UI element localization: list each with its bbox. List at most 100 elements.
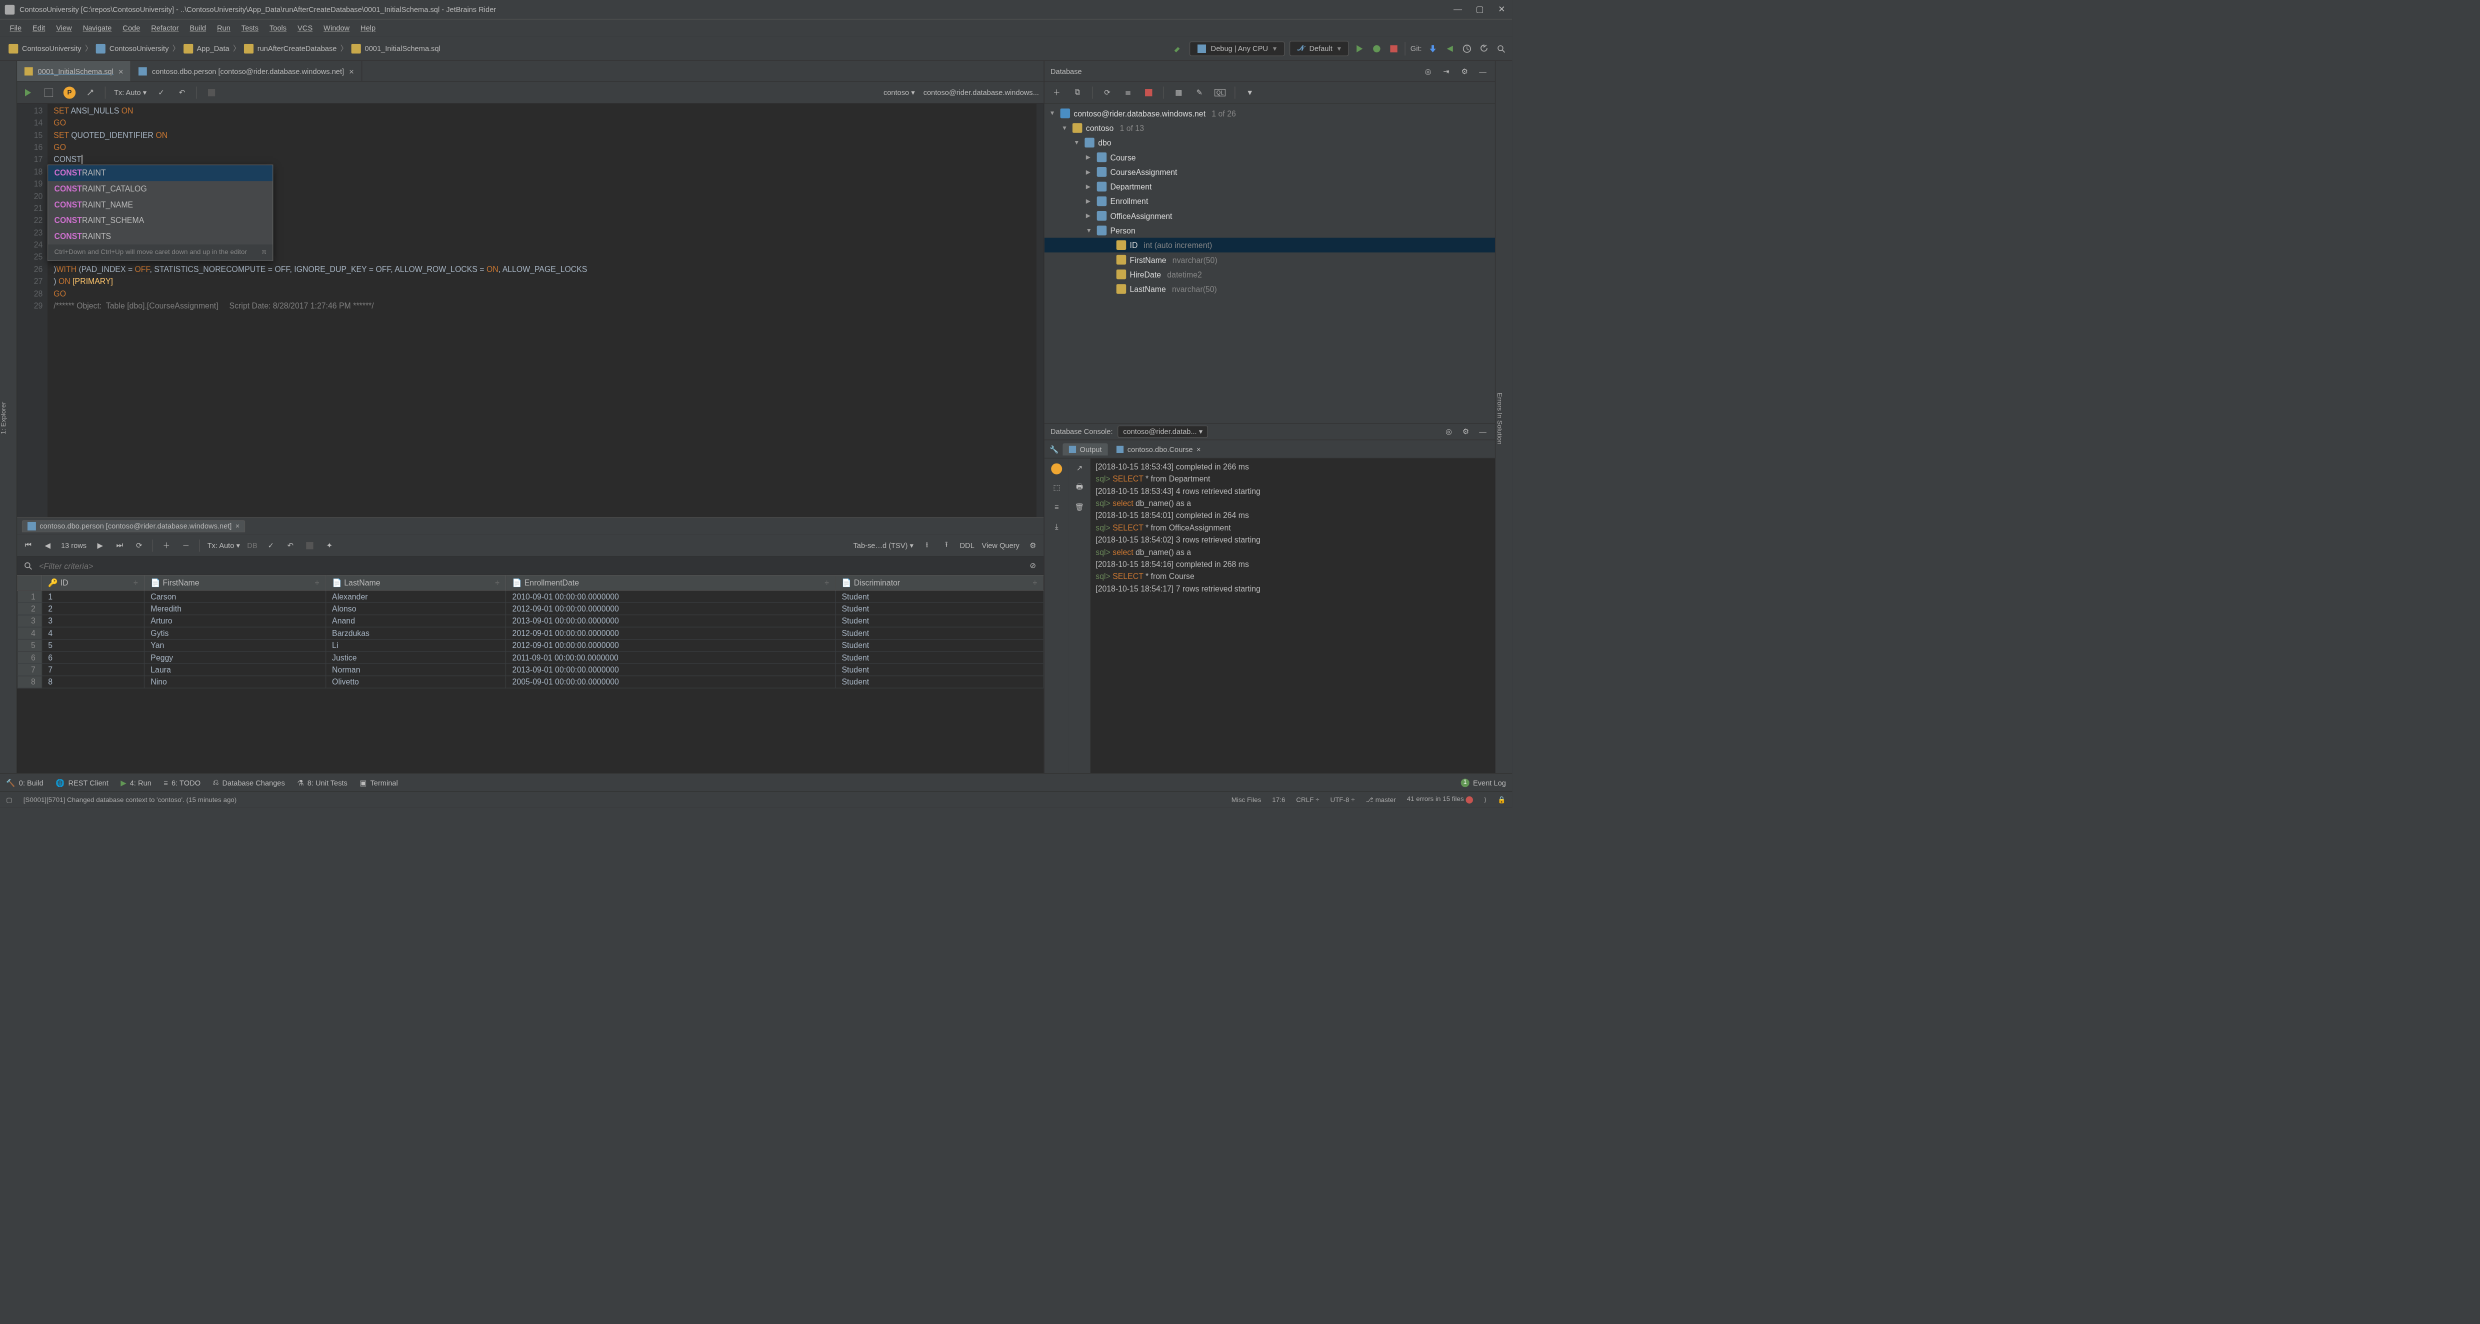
explorer-toolwindow-button[interactable]: 1: Explorer xyxy=(0,400,7,437)
build-toolwindow-button[interactable]: 🔨0: Build xyxy=(6,778,43,787)
code-editor[interactable]: 1314151617181920212223242526272829 SET A… xyxy=(17,104,1044,517)
completion-item[interactable]: CONSTRAINT_NAME xyxy=(48,197,272,213)
settings-icon[interactable] xyxy=(84,86,96,98)
vcs-commit-icon[interactable] xyxy=(1444,42,1456,54)
launch-profile-dropdown[interactable]: 𝓝 Default ▾ xyxy=(1289,41,1348,56)
gear-icon[interactable]: ⚙ xyxy=(1460,426,1472,438)
first-page-icon[interactable]: ⏮ xyxy=(22,539,34,551)
vcs-revert-icon[interactable] xyxy=(1478,42,1490,54)
revert-icon[interactable]: ↶ xyxy=(284,539,296,551)
connection-selector[interactable]: contoso@rider.database.windows... xyxy=(923,88,1039,97)
completion-item[interactable]: CONSTRAINT_SCHEMA xyxy=(48,213,272,229)
database-node[interactable]: ▼contoso1 of 13 xyxy=(1044,121,1495,136)
locate-icon[interactable]: ◎ xyxy=(1443,426,1455,438)
download-icon[interactable]: ⭳ xyxy=(921,539,933,551)
edit-icon[interactable]: ✎ xyxy=(1193,86,1205,98)
table-row[interactable]: 66PeggyJustice2011-09-01 00:00:00.000000… xyxy=(17,651,1043,663)
db-submit[interactable]: DB xyxy=(247,541,257,550)
menu-navigate[interactable]: Navigate xyxy=(78,21,117,34)
status-scope-icon[interactable]: ⟩ xyxy=(1484,796,1487,804)
vcs-history-icon[interactable] xyxy=(1461,42,1473,54)
status-misc[interactable]: Misc Files xyxy=(1231,796,1261,803)
column-header[interactable]: 📄 LastName ÷ xyxy=(326,575,506,590)
close-tab-icon[interactable]: × xyxy=(349,66,354,76)
breadcrumb-item[interactable]: runAfterCreateDatabase xyxy=(240,42,340,54)
column-header[interactable]: 📄 Discriminator ÷ xyxy=(835,575,1043,590)
reload-icon[interactable]: ⟳ xyxy=(133,539,145,551)
table-node[interactable]: ▶Course xyxy=(1044,150,1495,165)
menu-tools[interactable]: Tools xyxy=(265,21,292,34)
delete-row-icon[interactable]: － xyxy=(180,539,192,551)
add-datasource-icon[interactable]: ＋ xyxy=(1051,86,1063,98)
profile-icon[interactable]: P xyxy=(63,86,75,98)
maximize-button[interactable]: ▢ xyxy=(1474,4,1485,15)
table-row[interactable]: 44GytisBarzdukas2012-09-01 00:00:00.0000… xyxy=(17,627,1043,639)
stop-icon[interactable] xyxy=(1388,42,1400,54)
dbchanges-toolwindow-button[interactable]: ⎌Database Changes xyxy=(213,778,285,787)
breadcrumb-item[interactable]: ContosoUniversity xyxy=(92,42,172,54)
completion-item[interactable]: CONSTRAINT_CATALOG xyxy=(48,181,272,197)
table-node[interactable]: ▼Person xyxy=(1044,223,1495,238)
datasource-node[interactable]: ▼contoso@rider.database.windows.net1 of … xyxy=(1044,106,1495,121)
table-node[interactable]: ▶Enrollment xyxy=(1044,194,1495,209)
filter-input[interactable] xyxy=(39,561,1022,570)
datasource-selector[interactable]: contoso ▾ xyxy=(883,88,914,97)
table-row[interactable]: 22MeredithAlonso2012-09-01 00:00:00.0000… xyxy=(17,603,1043,615)
scroll-icon[interactable]: ⤓ xyxy=(1051,521,1063,533)
upload-icon[interactable]: ⭱ xyxy=(940,539,952,551)
commit-icon[interactable]: ✓ xyxy=(265,539,277,551)
eventlog-button[interactable]: 1Event Log xyxy=(1461,778,1506,787)
export-format-dropdown[interactable]: Tab-se…d (TSV) ▾ xyxy=(853,541,913,550)
table-row[interactable]: 11CarsonAlexander2010-09-01 00:00:00.000… xyxy=(17,590,1043,602)
gear-icon[interactable]: ⚙ xyxy=(1027,539,1039,551)
column-header[interactable]: 📄 FirstName ÷ xyxy=(144,575,325,590)
status-errors[interactable]: 41 errors in 15 files xyxy=(1407,796,1473,803)
table-node[interactable]: ▶Department xyxy=(1044,179,1495,194)
explain-plan-icon[interactable] xyxy=(43,86,55,98)
debug-icon[interactable] xyxy=(1371,42,1383,54)
tab-initial-schema[interactable]: 0001_InitialSchema.sql × xyxy=(17,61,131,81)
view-query-button[interactable]: View Query xyxy=(982,541,1020,550)
status-git-branch[interactable]: ⎇ master xyxy=(1366,796,1396,804)
commit-tx-icon[interactable]: ✓ xyxy=(155,86,167,98)
breadcrumb-item[interactable]: App_Data xyxy=(180,42,233,54)
table-view-icon[interactable]: ▦ xyxy=(1172,86,1184,98)
column-node[interactable]: LastNamenvarchar(50) xyxy=(1044,282,1495,297)
run-config-dropdown[interactable]: Debug | Any CPU ▾ xyxy=(1189,41,1284,56)
console-run-icon[interactable]: 🔧 xyxy=(1048,443,1060,455)
prev-page-icon[interactable]: ◀ xyxy=(41,539,53,551)
unittests-toolwindow-button[interactable]: ⚗8: Unit Tests xyxy=(297,778,347,787)
close-tab-icon[interactable]: × xyxy=(118,66,123,76)
todo-toolwindow-button[interactable]: ≡6: TODO xyxy=(164,778,201,787)
sync-icon[interactable]: ≣ xyxy=(1122,86,1134,98)
soft-wrap-icon[interactable]: ≡ xyxy=(1051,501,1063,513)
search-icon[interactable] xyxy=(1495,42,1507,54)
completion-item[interactable]: CONSTRAINT xyxy=(48,165,272,181)
tx-mode-dropdown[interactable]: Tx: Auto ▾ xyxy=(114,88,147,97)
errors-toolwindow-button[interactable]: Errors In Solution xyxy=(1496,390,1503,447)
locate-icon[interactable]: ◎ xyxy=(1422,65,1434,77)
export-icon[interactable]: ↗ xyxy=(1073,462,1085,474)
completion-popup[interactable]: CONSTRAINTCONSTRAINT_CATALOGCONSTRAINT_N… xyxy=(48,165,274,261)
menu-vcs[interactable]: VCS xyxy=(293,21,318,34)
run-toolwindow-button[interactable]: ▶4: Run xyxy=(121,778,152,787)
table-row[interactable]: 77LauraNorman2013-09-01 00:00:00.0000000… xyxy=(17,664,1043,676)
stop-icon[interactable] xyxy=(1143,86,1155,98)
execute-icon[interactable] xyxy=(22,86,34,98)
menu-window[interactable]: Window xyxy=(319,21,355,34)
hammer-icon[interactable] xyxy=(1172,42,1184,54)
column-node[interactable]: IDint (auto increment) xyxy=(1044,238,1495,253)
breadcrumb-item[interactable]: 0001_InitialSchema.sql xyxy=(348,42,444,54)
close-icon[interactable]: × xyxy=(235,522,239,531)
last-page-icon[interactable]: ⏭ xyxy=(113,539,125,551)
refresh-icon[interactable]: ⟳ xyxy=(1101,86,1113,98)
console-datasource-dropdown[interactable]: contoso@rider.datab... ▾ xyxy=(1118,426,1208,438)
status-caret-pos[interactable]: 17:6 xyxy=(1272,796,1285,803)
menu-tests[interactable]: Tests xyxy=(237,21,264,34)
cancel-icon[interactable] xyxy=(304,539,316,551)
data-grid[interactable]: 🔑 ID ÷📄 FirstName ÷📄 LastName ÷📄 Enrollm… xyxy=(17,575,1044,773)
collapse-icon[interactable]: ⇥ xyxy=(1440,65,1452,77)
filter-search-icon[interactable] xyxy=(22,560,34,572)
status-lock-icon[interactable]: 🔒 xyxy=(1498,796,1506,804)
error-stripe[interactable] xyxy=(1036,104,1043,517)
